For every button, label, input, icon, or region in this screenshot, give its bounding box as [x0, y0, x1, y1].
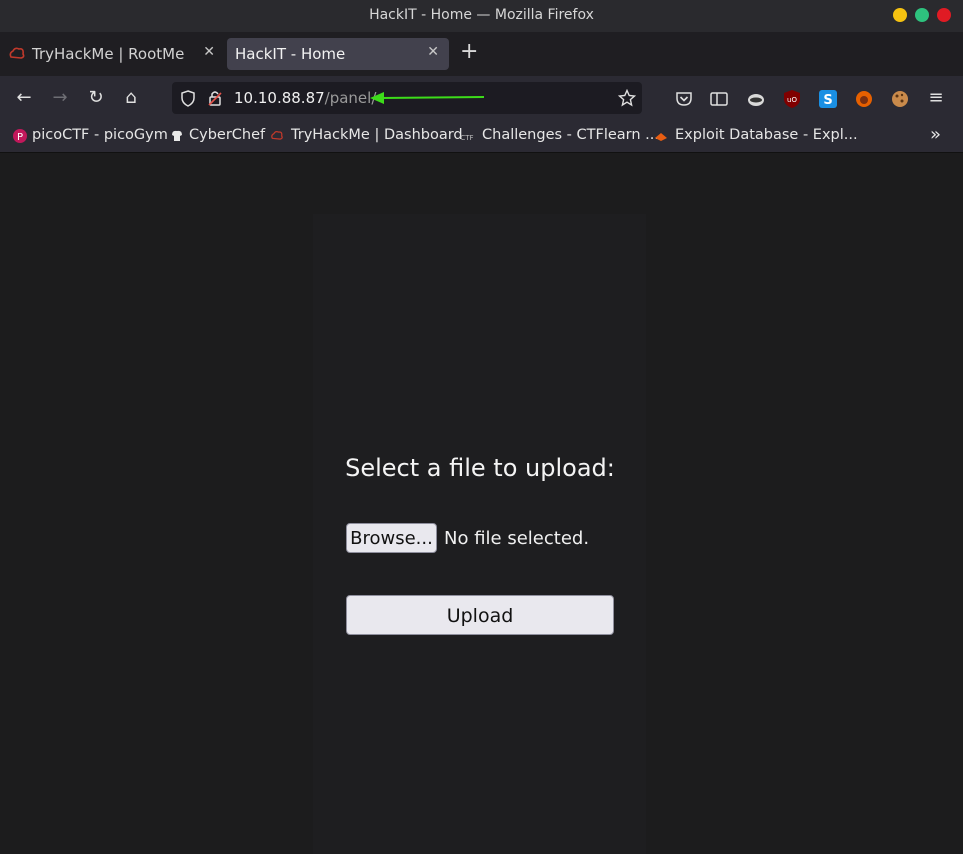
pocket-icon[interactable] [674, 89, 694, 109]
svg-text:CTF: CTF [460, 134, 473, 142]
menu-icon[interactable]: ≡ [924, 86, 948, 110]
tab-label: HackIT - Home [235, 45, 346, 63]
tab-label: TryHackMe | RootMe [32, 45, 185, 63]
home-icon[interactable]: ⌂ [119, 86, 143, 110]
extension-fox-icon[interactable] [854, 89, 874, 109]
extension-raccoon-icon[interactable] [746, 89, 766, 109]
close-window-button[interactable] [937, 8, 951, 22]
bookmark-cyberchef[interactable]: CyberChef [189, 127, 265, 143]
upload-button[interactable]: Upload [346, 595, 614, 635]
browse-button[interactable]: Browse... [346, 523, 437, 553]
url-text: 10.10.88.87/panel/ [234, 89, 376, 107]
ctflearn-icon: CTF [460, 134, 473, 142]
forward-icon[interactable]: → [48, 86, 72, 110]
svg-text:S: S [823, 93, 832, 108]
upload-heading: Select a file to upload: [345, 454, 615, 482]
window-titlebar: HackIT - Home — Mozilla Firefox [0, 0, 963, 32]
bookmark-star-icon[interactable] [618, 89, 636, 107]
insecure-lock-icon [208, 91, 222, 106]
new-tab-button[interactable]: + [460, 41, 478, 63]
picoctf-icon: P [13, 129, 27, 143]
tab-strip: TryHackMe | RootMe ✕ HackIT - Home ✕ [0, 32, 963, 76]
maximize-button[interactable] [915, 8, 929, 22]
cyberchef-icon [172, 130, 182, 141]
window-title: HackIT - Home — Mozilla Firefox [369, 7, 594, 23]
exploitdb-icon [655, 133, 667, 141]
green-arrow-annotation [370, 92, 485, 104]
back-icon[interactable]: ← [12, 86, 36, 110]
tryhackme-icon [271, 130, 283, 140]
file-status-text: No file selected. [444, 528, 590, 549]
url-path: /panel/ [324, 89, 377, 107]
bookmark-ctflearn[interactable]: Challenges - CTFlearn ... [482, 127, 659, 143]
url-host: 10.10.88.87 [234, 89, 325, 107]
bookmark-picoctf[interactable]: picoCTF - picoGym [32, 127, 168, 143]
extension-s-icon[interactable]: S [818, 89, 838, 109]
bookmark-tryhackme-dashboard[interactable]: TryHackMe | Dashboard [291, 127, 463, 143]
reader-view-icon[interactable] [709, 89, 729, 109]
tracking-shield-icon [181, 90, 195, 107]
minimize-button[interactable] [893, 8, 907, 22]
svg-text:uO: uO [787, 96, 797, 104]
bookmark-exploit-database[interactable]: Exploit Database - Expl... [675, 127, 858, 143]
tab-hackit-home[interactable]: HackIT - Home ✕ [227, 38, 449, 70]
bookmarks-toolbar: P picoCTF - picoGym CyberChef TryHackMe … [0, 120, 963, 153]
bookmarks-overflow-icon[interactable]: » [930, 124, 941, 145]
close-tab-icon[interactable]: ✕ [203, 44, 215, 60]
tab-tryhackme-rootme[interactable]: TryHackMe | RootMe ✕ [0, 38, 225, 70]
cookie-editor-icon[interactable] [890, 89, 910, 109]
ublock-origin-icon[interactable]: uO [782, 89, 802, 109]
reload-icon[interactable]: ↻ [84, 86, 108, 110]
svg-text:P: P [17, 132, 23, 143]
tryhackme-icon [9, 47, 25, 59]
close-tab-icon[interactable]: ✕ [427, 44, 439, 60]
